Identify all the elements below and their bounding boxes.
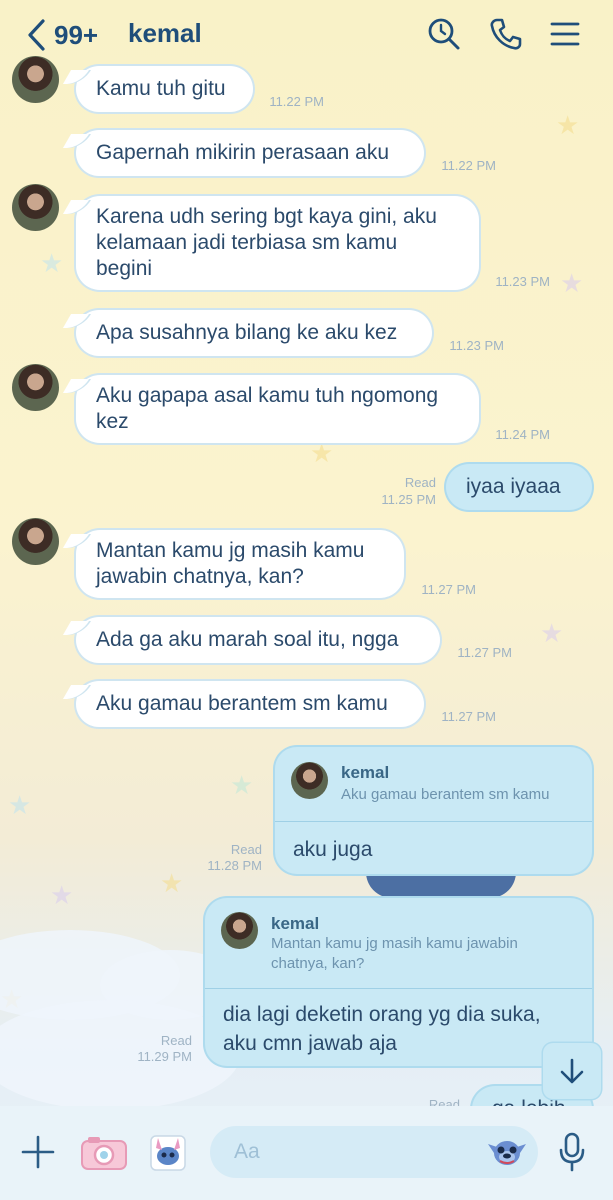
message-time: 11.22 PM <box>441 158 496 173</box>
message-time: 11.29 PM <box>137 1049 192 1064</box>
chat-title[interactable]: kemal <box>128 18 202 49</box>
unread-count: 99+ <box>54 19 99 50</box>
plus-icon[interactable] <box>20 1134 56 1170</box>
back-chevron-icon <box>28 19 45 51</box>
message-time: 11.23 PM <box>495 274 550 289</box>
reply-message[interactable]: kemal Aku gamau berantem sm kamu aku jug… <box>275 747 592 874</box>
message-bubble[interactable]: Mantan kamu jg masih kamu jawabin chatny… <box>76 530 404 598</box>
avatar[interactable] <box>12 518 59 565</box>
reply-text: dia lagi deketin orang yg dia suka, aku … <box>223 1003 541 1055</box>
avatar <box>291 762 328 799</box>
reply-text: aku juga <box>293 838 373 861</box>
message-bubble[interactable]: Apa susahnya bilang ke aku kez <box>76 310 432 356</box>
message-time: 11.27 PM <box>441 709 496 724</box>
message-composer: Aa <box>0 1106 613 1200</box>
message-time: 11.28 PM <box>207 858 262 873</box>
message-bubble[interactable]: Gapernah mikirin perasaan aku <box>76 130 424 176</box>
avatar <box>221 912 258 949</box>
quoted-text: Mantan kamu jg masih kamu jawabin chatny… <box>271 935 518 972</box>
sticker-icon[interactable] <box>148 1130 188 1174</box>
message-time: 11.25 PM <box>381 492 436 507</box>
camera-icon[interactable] <box>80 1134 128 1172</box>
message-bubble-outgoing[interactable]: iyaa iyaaa <box>446 464 592 510</box>
message-bubble[interactable]: Aku gapapa asal kamu tuh ngomong kez <box>76 375 479 443</box>
menu-icon[interactable] <box>547 16 583 52</box>
message-time: 11.27 PM <box>457 645 512 660</box>
quoted-sender: kemal <box>341 763 390 782</box>
emoji-stitch-icon[interactable] <box>486 1130 528 1172</box>
quoted-message[interactable]: kemal Mantan kamu jg masih kamu jawabin … <box>205 898 592 989</box>
phone-icon[interactable] <box>488 16 524 52</box>
read-status: Read <box>160 1033 192 1048</box>
message-bubble[interactable]: Ada ga aku marah soal itu, ngga <box>76 617 440 663</box>
message-time: 11.23 PM <box>449 338 504 353</box>
message-time: 11.24 PM <box>495 427 550 442</box>
avatar[interactable] <box>12 184 59 231</box>
read-status: Read <box>230 842 262 857</box>
scroll-to-bottom-button[interactable] <box>543 1043 601 1099</box>
arrow-down-icon <box>560 1058 584 1084</box>
reply-message[interactable]: kemal Mantan kamu jg masih kamu jawabin … <box>205 898 592 1066</box>
message-bubble[interactable]: Kamu tuh gitu <box>76 66 253 112</box>
message-time: 11.27 PM <box>421 582 476 597</box>
quoted-message[interactable]: kemal Aku gamau berantem sm kamu <box>275 747 592 822</box>
message-bubble[interactable]: Aku gamau berantem sm kamu <box>76 681 424 727</box>
message-bubble[interactable]: Karena udh sering bgt kaya gini, aku kel… <box>76 196 479 290</box>
microphone-icon[interactable] <box>556 1132 588 1172</box>
quoted-sender: kemal <box>271 914 320 933</box>
message-time: 11.22 PM <box>269 94 324 109</box>
search-icon[interactable] <box>426 16 462 52</box>
read-status: Read <box>404 475 436 490</box>
chat-header: 99+ kemal <box>0 0 613 68</box>
quoted-text: Aku gamau berantem sm kamu <box>341 786 550 803</box>
avatar[interactable] <box>12 364 59 411</box>
